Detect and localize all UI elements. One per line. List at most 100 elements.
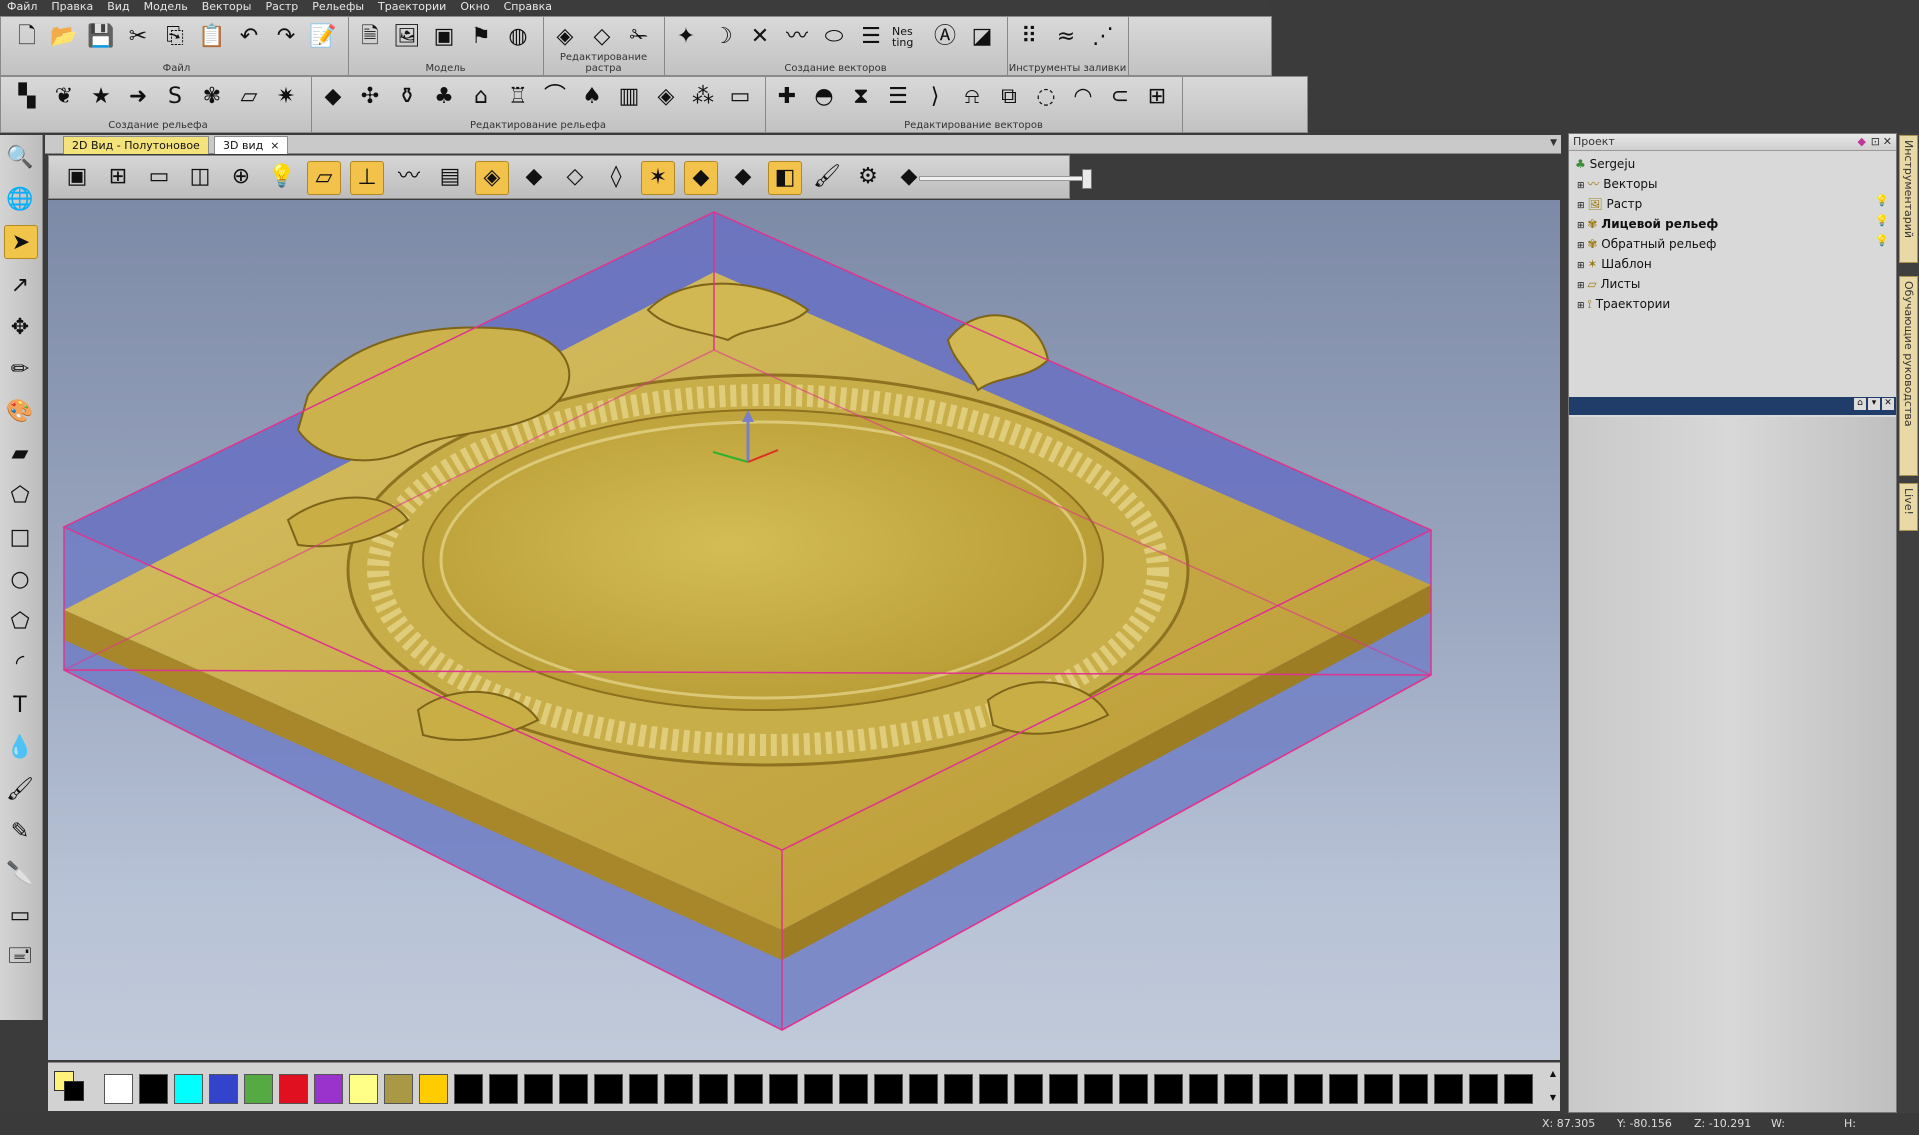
transform-box-icon[interactable]: ⊞ bbox=[1141, 81, 1173, 113]
color-swatch[interactable] bbox=[944, 1074, 973, 1104]
color-swatch[interactable] bbox=[139, 1074, 168, 1104]
color-swatch[interactable] bbox=[909, 1074, 938, 1104]
arrow-relief-icon[interactable]: ➜ bbox=[122, 81, 154, 113]
knife-icon[interactable]: 🔪 bbox=[4, 857, 36, 889]
bowl-icon[interactable]: ◓ bbox=[808, 81, 840, 113]
tab-close-icon[interactable]: × bbox=[270, 139, 279, 152]
axes-icon[interactable]: ⊥ bbox=[350, 161, 384, 195]
shape-1-icon[interactable]: ◌ bbox=[1030, 81, 1062, 113]
menu-item-2[interactable]: Вид bbox=[100, 0, 136, 14]
node-edit-icon[interactable]: ⧗ bbox=[845, 81, 877, 113]
color-swatch[interactable] bbox=[769, 1074, 798, 1104]
tree-item[interactable]: ⊞ ✾ Обратный рельеф bbox=[1577, 234, 1716, 254]
paste-icon[interactable]: 📋 bbox=[196, 21, 228, 53]
shape-3-icon[interactable]: ⊂ bbox=[1104, 81, 1136, 113]
text-icon[interactable]: T bbox=[4, 689, 36, 721]
menu-item-7[interactable]: Траектории bbox=[371, 0, 453, 14]
current-background-color[interactable] bbox=[64, 1081, 84, 1101]
paint-tool-icon[interactable]: 🖌 bbox=[811, 161, 843, 193]
fill-dots-icon[interactable]: ⠿ bbox=[1013, 21, 1045, 53]
show-sheet-icon[interactable]: ◊ bbox=[600, 161, 632, 193]
expand-icon[interactable]: ⊞ bbox=[1577, 201, 1587, 211]
show-wire-icon[interactable]: ◇ bbox=[559, 161, 591, 193]
arc-icon[interactable]: ◜ bbox=[4, 647, 36, 679]
tree-item[interactable]: ⊞ ✶ Шаблон bbox=[1577, 254, 1652, 274]
expand-icon[interactable]: ⊞ bbox=[1577, 181, 1587, 191]
layers-vector-icon[interactable]: ◪ bbox=[966, 21, 998, 53]
menu-item-0[interactable]: Файл bbox=[0, 0, 44, 14]
slab-relief-icon[interactable]: ▱ bbox=[233, 81, 265, 113]
color-swatch[interactable] bbox=[629, 1074, 658, 1104]
cut-scissors-icon[interactable]: ✂ bbox=[122, 21, 154, 53]
show-plane-icon[interactable]: ▱ bbox=[307, 161, 341, 195]
fill-wave-icon[interactable]: ≈ bbox=[1050, 21, 1082, 53]
color-swatch[interactable] bbox=[734, 1074, 763, 1104]
color-swatch[interactable] bbox=[1154, 1074, 1183, 1104]
collapse-icon[interactable]: ▾ bbox=[1868, 398, 1880, 410]
raster-scissors-icon[interactable]: ✁ bbox=[623, 21, 655, 53]
close-lower-icon[interactable]: ✕ bbox=[1882, 398, 1894, 410]
expand-icon[interactable]: ⊞ bbox=[1577, 281, 1587, 291]
visibility-bulb-icon[interactable]: 💡 bbox=[1875, 194, 1889, 207]
red-model-icon[interactable]: ⚑ bbox=[465, 21, 497, 53]
raster-select-icon[interactable]: ◇ bbox=[586, 21, 618, 53]
color-swatch[interactable] bbox=[1364, 1074, 1393, 1104]
light-bulb-icon[interactable]: 💡 bbox=[266, 161, 298, 193]
stack-vector-icon[interactable]: ☰ bbox=[855, 21, 887, 53]
bell-icon[interactable]: ⍾ bbox=[956, 81, 988, 113]
bracket-icon[interactable]: ⟩ bbox=[919, 81, 951, 113]
arch-icon[interactable]: ⌒ bbox=[539, 81, 571, 113]
side-view-icon[interactable]: ◫ bbox=[184, 161, 216, 193]
bitmap-import-icon[interactable]: 🖼 bbox=[391, 21, 423, 53]
top-view-icon[interactable]: ⊞ bbox=[102, 161, 134, 193]
color-swatch[interactable] bbox=[1014, 1074, 1043, 1104]
paint-icon[interactable]: 🎨 bbox=[4, 395, 36, 427]
pencil-icon[interactable]: ✏ bbox=[4, 353, 36, 385]
vector-import-icon[interactable]: ▣ bbox=[428, 21, 460, 53]
render-tool-icon[interactable]: ◧ bbox=[768, 161, 802, 195]
color-swatch[interactable] bbox=[839, 1074, 868, 1104]
bottle-icon[interactable]: ⌂ bbox=[465, 81, 497, 113]
smooth-icon[interactable]: ✣ bbox=[354, 81, 386, 113]
show-vectors-icon[interactable]: 〰 bbox=[393, 161, 425, 193]
color-swatch[interactable] bbox=[384, 1074, 413, 1104]
panel-close-icon[interactable]: ✕ bbox=[1883, 134, 1892, 150]
notes-pencil-icon[interactable]: 📝 bbox=[307, 21, 339, 53]
side-tab-tutorials[interactable]: Обучающие руководства bbox=[1899, 276, 1918, 476]
eraser-icon[interactable]: ▭ bbox=[4, 899, 36, 931]
copy-icon[interactable]: ⎘ bbox=[159, 21, 191, 53]
star-mark-icon[interactable]: ✶ bbox=[641, 161, 675, 195]
menu-item-9[interactable]: Справка bbox=[497, 0, 559, 14]
color-swatch[interactable] bbox=[349, 1074, 378, 1104]
color-swatch[interactable] bbox=[104, 1074, 133, 1104]
side-tab-toolbox[interactable]: Инструментарий bbox=[1899, 135, 1918, 263]
color-swatch[interactable] bbox=[1329, 1074, 1358, 1104]
text-vector-icon[interactable]: Ⓐ bbox=[929, 21, 961, 53]
mushroom-icon[interactable]: ♠ bbox=[576, 81, 608, 113]
diamond-icon[interactable]: ◈ bbox=[650, 81, 682, 113]
menu-item-5[interactable]: Растр bbox=[258, 0, 305, 14]
fill-nodes-icon[interactable]: ⋰ bbox=[1087, 21, 1119, 53]
leaf-relief-icon[interactable]: ❦ bbox=[48, 81, 80, 113]
front-view-icon[interactable]: ▭ bbox=[143, 161, 175, 193]
new-file-icon[interactable]: 🗋 bbox=[11, 21, 43, 53]
color-swatch[interactable] bbox=[314, 1074, 343, 1104]
expand-icon[interactable]: ⊞ bbox=[1577, 261, 1587, 271]
color-swatch[interactable] bbox=[1084, 1074, 1113, 1104]
transform-icon[interactable]: ✥ bbox=[4, 311, 36, 343]
tool-icon[interactable]: ♖ bbox=[502, 81, 534, 113]
3d-viewport[interactable] bbox=[48, 200, 1560, 1060]
smudge-icon[interactable]: ✎ bbox=[4, 815, 36, 847]
cross-vector-icon[interactable]: ✕ bbox=[744, 21, 776, 53]
undo-arrow-icon[interactable]: ↶ bbox=[233, 21, 265, 53]
open-folder-icon[interactable]: 📂 bbox=[48, 21, 80, 53]
iso-view-icon[interactable]: ▣ bbox=[61, 161, 93, 193]
color-swatch[interactable] bbox=[209, 1074, 238, 1104]
stripes-icon[interactable]: ☰ bbox=[882, 81, 914, 113]
color-swatch[interactable] bbox=[664, 1074, 693, 1104]
star-relief-icon[interactable]: ★ bbox=[85, 81, 117, 113]
menu-item-3[interactable]: Модель bbox=[137, 0, 195, 14]
expand-icon[interactable]: ⊞ bbox=[1577, 241, 1587, 251]
tree-item[interactable]: ⊞ ▱ Листы bbox=[1577, 274, 1640, 294]
color-swatch[interactable] bbox=[174, 1074, 203, 1104]
